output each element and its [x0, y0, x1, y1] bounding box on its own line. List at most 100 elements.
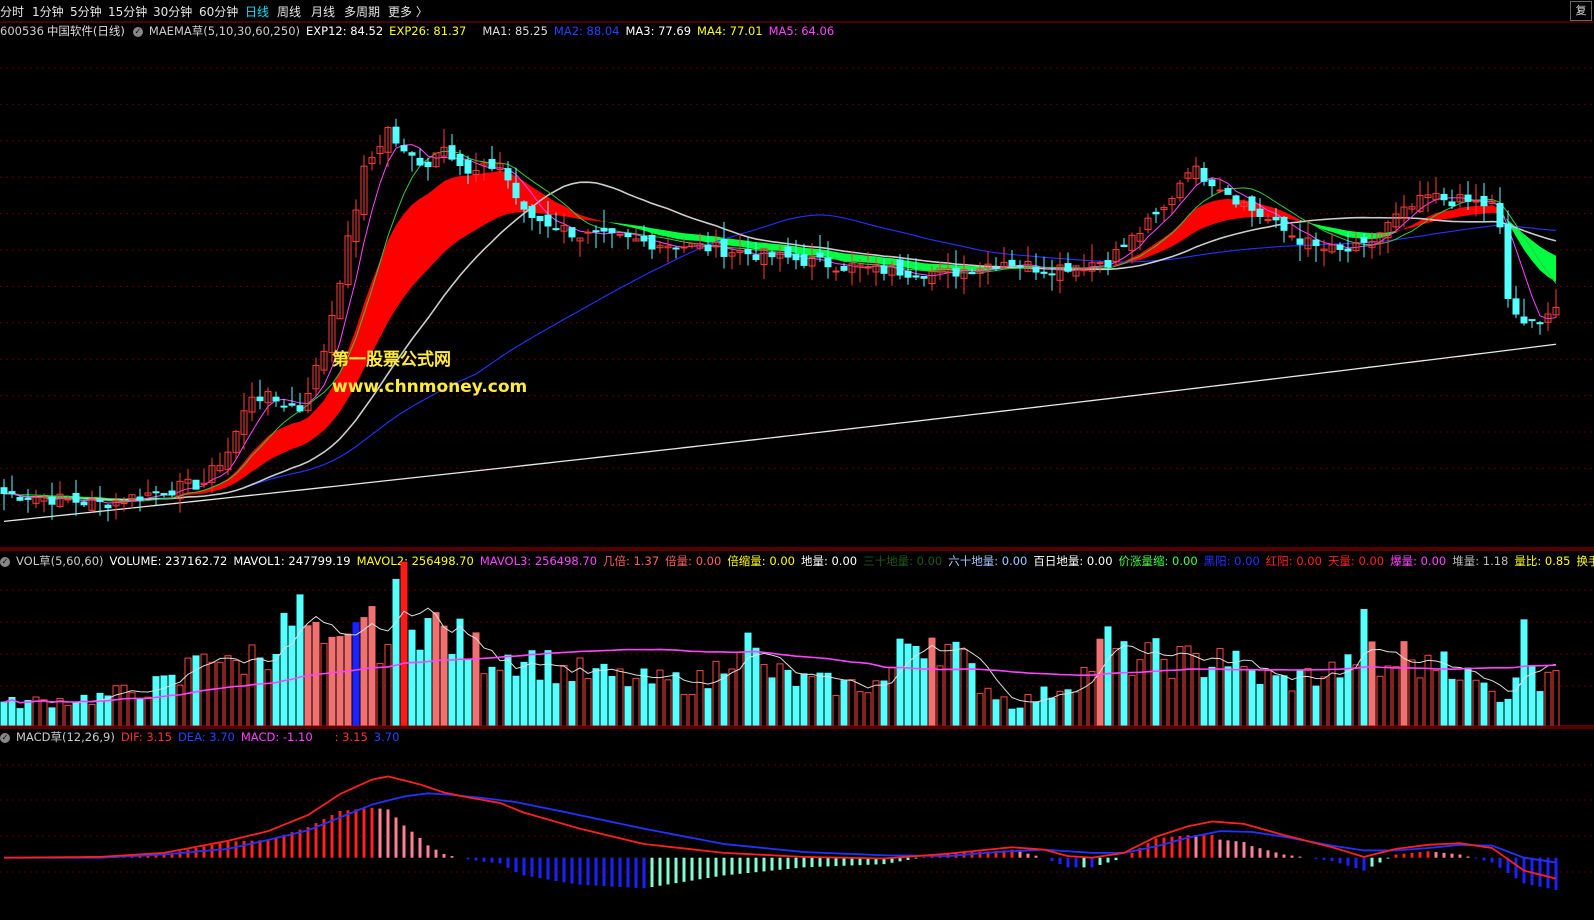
ribbon-segment — [1340, 229, 1348, 238]
candle-body — [1152, 211, 1160, 215]
volume-bar — [1240, 665, 1248, 727]
volume-bar — [1136, 659, 1144, 727]
volume-bar — [672, 672, 680, 727]
volume-bar — [680, 693, 688, 727]
ribbon-segment — [1484, 205, 1492, 214]
volume-bar — [528, 650, 536, 727]
volume-bar — [1352, 664, 1360, 727]
volume-bar — [136, 698, 144, 727]
ribbon-segment — [36, 494, 44, 496]
volume-bar — [552, 683, 560, 727]
ribbon-segment — [908, 260, 916, 270]
ribbon-segment — [1332, 227, 1340, 235]
candle-body — [192, 479, 200, 490]
volume-bar — [352, 622, 360, 727]
candle-body — [1016, 265, 1024, 268]
ribbon-segment — [28, 494, 36, 496]
ribbon-segment — [316, 400, 324, 437]
volume-bar — [752, 647, 760, 727]
ribbon-segment — [868, 255, 876, 263]
volume-bar — [160, 675, 168, 727]
candle-body — [280, 405, 288, 408]
candle-body — [1248, 196, 1256, 211]
volume-bar — [1464, 667, 1472, 727]
volume-bar — [1472, 679, 1480, 727]
candle-body — [800, 254, 808, 266]
candle-body — [1296, 238, 1304, 245]
candle-body — [720, 239, 728, 257]
volume-bar — [360, 617, 368, 727]
volume-bar — [1016, 707, 1024, 727]
volume-bar — [1376, 675, 1384, 727]
ribbon-segment — [596, 219, 604, 222]
ribbon-segment — [428, 187, 436, 270]
candle-body — [448, 145, 456, 160]
candle-body — [408, 152, 416, 156]
ribbon-segment — [740, 239, 748, 248]
candle-body — [1336, 244, 1344, 250]
volume-bar — [1208, 666, 1216, 727]
candle-body — [744, 248, 752, 255]
volume-bar — [512, 675, 520, 727]
volume-bar — [1120, 641, 1128, 727]
volume-bar — [1272, 675, 1280, 727]
ribbon-segment — [452, 175, 460, 246]
volume-bar — [656, 669, 664, 727]
candle-body — [1048, 273, 1056, 276]
candle-body — [592, 230, 600, 233]
volume-bar — [40, 699, 48, 727]
volume-bar — [1192, 653, 1200, 727]
volume-bar — [96, 692, 104, 727]
volume-bar — [1336, 677, 1344, 727]
candle-body — [64, 498, 72, 501]
volume-bar — [592, 668, 600, 727]
volume-bar — [944, 643, 952, 727]
candle-body — [1232, 195, 1240, 205]
volume-bar — [864, 692, 872, 727]
ribbon-segment — [1468, 205, 1476, 216]
ribbon-segment — [1444, 210, 1452, 220]
volume-bar — [1080, 667, 1088, 727]
watermark-title: 第一股票公式网 — [332, 350, 451, 370]
ma-lines — [3, 144, 1557, 523]
volume-bar — [488, 666, 496, 727]
volume-bar — [1432, 669, 1440, 727]
candle-body — [400, 145, 408, 152]
ribbon-segment — [636, 225, 644, 231]
volume-bar — [272, 653, 280, 727]
candle-body — [48, 496, 56, 505]
kline-chart-area[interactable] — [0, 0, 1594, 920]
ribbon-segment — [380, 240, 388, 338]
volume-bar — [1024, 694, 1032, 727]
volume-bar — [1520, 619, 1528, 727]
volume-bar — [48, 707, 56, 727]
ribbon-segment — [404, 204, 412, 298]
candle-body — [1216, 189, 1224, 192]
candle-body — [1104, 260, 1112, 268]
candle-body — [1360, 236, 1368, 243]
volume-bar — [232, 659, 240, 727]
volume-bar — [1224, 666, 1232, 727]
ribbon-segment — [604, 221, 612, 224]
volume-bar — [1008, 708, 1016, 727]
volume-bar — [776, 663, 784, 727]
volume-bar — [848, 679, 856, 727]
volume-bar — [912, 646, 920, 727]
volume-bar — [808, 676, 816, 727]
candle-body — [504, 168, 512, 181]
volume-bar — [792, 685, 800, 727]
volume-bar — [240, 673, 248, 727]
volume-bar — [520, 661, 528, 727]
candle-body — [464, 159, 472, 174]
ribbon-segment — [412, 198, 420, 287]
candle-body — [456, 154, 464, 166]
ribbon-segment — [684, 233, 692, 241]
volume-bar — [712, 660, 720, 727]
ribbon-segment — [668, 230, 676, 239]
candle-body — [528, 205, 536, 218]
volume-bar — [280, 612, 288, 727]
volume-bar — [1312, 685, 1320, 727]
candle-body — [568, 227, 576, 238]
volume-bar — [64, 704, 72, 727]
volume-bar — [840, 680, 848, 727]
